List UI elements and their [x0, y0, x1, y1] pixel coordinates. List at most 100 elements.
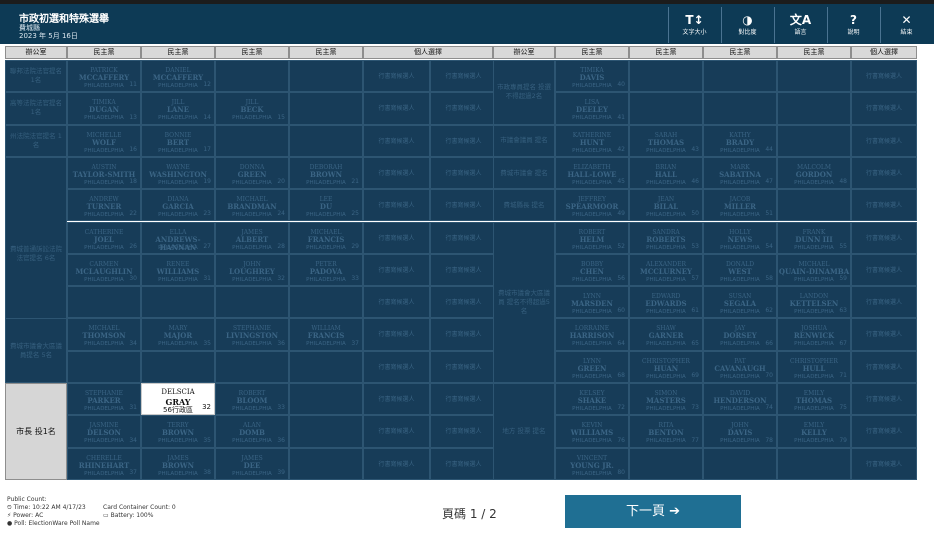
candidate-button[interactable]: CHRISTOPHER HUAN PHILADELPHIA 69: [629, 350, 703, 383]
candidate-button[interactable]: TIMIKA DAVIS PHILADELPHIA 40: [555, 60, 629, 93]
write-in-button[interactable]: 行書寫候選人: [851, 383, 917, 416]
candidate-button[interactable]: CATHERINE JOEL PHILADELPHIA 26: [67, 221, 141, 254]
candidate-button[interactable]: MICHAEL BRANDMAN PHILADELPHIA 24: [215, 189, 289, 222]
candidate-button[interactable]: WAYNE WASHINGTON PHILADELPHIA 19: [141, 156, 215, 190]
candidate-button[interactable]: LANDON KETTELSEN PHILADELPHIA 63: [777, 286, 851, 319]
write-in-button[interactable]: 行書寫候選人: [851, 415, 917, 448]
write-in-button[interactable]: 行書寫候選人: [851, 318, 917, 351]
candidate-button[interactable]: JOHN DAVIS PHILADELPHIA 78: [703, 415, 777, 448]
candidate-button[interactable]: JILL BECK PHILADELPHIA 15: [215, 92, 289, 125]
write-in-button[interactable]: 行書寫候選人: [363, 221, 430, 254]
write-in-button[interactable]: 行書寫候選人: [430, 60, 497, 93]
help-button[interactable]: ? 說明: [827, 7, 879, 43]
candidate-button[interactable]: DEBORAH BROWN PHILADELPHIA 21: [289, 156, 363, 190]
write-in-button[interactable]: 行書寫候選人: [430, 156, 497, 190]
candidate-button[interactable]: BRIAN HALL PHILADELPHIA 46: [629, 156, 703, 190]
candidate-button[interactable]: DELSCIA GRAY 56行政區 32: [141, 383, 215, 416]
candidate-button[interactable]: MALCOLM GORDON PHILADELPHIA 48: [777, 156, 851, 190]
candidate-button[interactable]: KATHY BRADY PHILADELPHIA 44: [703, 124, 777, 157]
candidate-button[interactable]: DONNA GREEN PHILADELPHIA 20: [215, 156, 289, 190]
write-in-button[interactable]: 行書寫候選人: [430, 92, 497, 125]
write-in-button[interactable]: 行書寫候選人: [430, 221, 497, 254]
write-in-button[interactable]: 行書寫候選人: [851, 189, 917, 222]
candidate-button[interactable]: LYNN MARSDEN PHILADELPHIA 60: [555, 286, 629, 319]
candidate-button[interactable]: RENEE WILLIAMS PHILADELPHIA 31: [141, 253, 215, 287]
candidate-button[interactable]: BONNIE BERT PHILADELPHIA 17: [141, 124, 215, 157]
candidate-button[interactable]: ROBERT BLOOM PHILADELPHIA 33: [215, 383, 289, 416]
candidate-button[interactable]: SIMON MASTERS PHILADELPHIA 73: [629, 383, 703, 416]
candidate-button[interactable]: SARAH THOMAS PHILADELPHIA 43: [629, 124, 703, 157]
write-in-button[interactable]: 行書寫候選人: [851, 253, 917, 287]
next-page-button[interactable]: 下一頁 ➔: [565, 495, 741, 528]
candidate-button[interactable]: JAMES DEE PHILADELPHIA 39: [215, 447, 289, 480]
candidate-button[interactable]: SANDRA ROBERTS PHILADELPHIA 53: [629, 221, 703, 254]
candidate-button[interactable]: LYNN GREEN PHILADELPHIA 68: [555, 350, 629, 383]
write-in-button[interactable]: 行書寫候選人: [430, 253, 497, 287]
candidate-button[interactable]: PETER PADOVA PHILADELPHIA 33: [289, 253, 363, 287]
write-in-button[interactable]: 行書寫候選人: [363, 156, 430, 190]
candidate-button[interactable]: ELLA ANDREWS-HANNAN PHILADELPHIA 27: [141, 221, 215, 254]
candidate-button[interactable]: ALAN DOMB PHILADELPHIA 36: [215, 415, 289, 448]
candidate-button[interactable]: DAVID HENDERSON PHILADELPHIA 74: [703, 383, 777, 416]
write-in-button[interactable]: 行書寫候選人: [363, 92, 430, 125]
candidate-button[interactable]: JEAN BILAL PHILADELPHIA 50: [629, 189, 703, 222]
candidate-button[interactable]: JOHN LOUGHREY PHILADELPHIA 32: [215, 253, 289, 287]
write-in-button[interactable]: 行書寫候選人: [363, 189, 430, 222]
candidate-button[interactable]: TIMIKA DUGAN PHILADELPHIA 13: [67, 92, 141, 125]
candidate-button[interactable]: MICHAEL QUAIN-DINAMBA PHILADELPHIA 59: [777, 253, 851, 287]
write-in-button[interactable]: 行書寫候選人: [430, 189, 497, 222]
candidate-button[interactable]: DONALD WEST PHILADELPHIA 58: [703, 253, 777, 287]
write-in-button[interactable]: 行書寫候選人: [430, 286, 497, 319]
write-in-button[interactable]: 行書寫候選人: [430, 415, 497, 448]
candidate-button[interactable]: DANIEL MCCAFFERY PHILADELPHIA 12: [141, 60, 215, 93]
candidate-button[interactable]: FRANK DUNN III PHILADELPHIA 55: [777, 221, 851, 254]
candidate-button[interactable]: CHRISTOPHER HULL PHILADELPHIA 71: [777, 350, 851, 383]
candidate-button[interactable]: MICHELLE WOLF PHILADELPHIA 16: [67, 124, 141, 157]
candidate-button[interactable]: PAT CAVANAUGH PHILADELPHIA 70: [703, 350, 777, 383]
write-in-button[interactable]: 行書寫候選人: [851, 60, 917, 93]
write-in-button[interactable]: 行書寫候選人: [363, 286, 430, 319]
candidate-button[interactable]: ANDREW TURNER PHILADELPHIA 22: [67, 189, 141, 222]
candidate-button[interactable]: HOLLY NEWS PHILADELPHIA 54: [703, 221, 777, 254]
candidate-button[interactable]: JAY DORSEY PHILADELPHIA 66: [703, 318, 777, 351]
candidate-button[interactable]: JILL LANE PHILADELPHIA 14: [141, 92, 215, 125]
write-in-button[interactable]: 行書寫候選人: [363, 60, 430, 93]
candidate-button[interactable]: KELSEY SHAKE PHILADELPHIA 72: [555, 383, 629, 416]
candidate-button[interactable]: JEFFREY SPEARMOOR PHILADELPHIA 49: [555, 189, 629, 222]
write-in-button[interactable]: 行書寫候選人: [430, 124, 497, 157]
write-in-button[interactable]: 行書寫候選人: [363, 350, 430, 383]
candidate-button[interactable]: CARMEN MCLAUGHLIN PHILADELPHIA 30: [67, 253, 141, 287]
candidate-button[interactable]: ELIZABETH HALL-LOWE PHILADELPHIA 45: [555, 156, 629, 190]
candidate-button[interactable]: KEVIN WILLIAMS PHILADELPHIA 76: [555, 415, 629, 448]
text-size-button[interactable]: T↕ 文字大小: [668, 7, 720, 43]
write-in-button[interactable]: 行書寫候選人: [430, 447, 497, 480]
write-in-button[interactable]: 行書寫候選人: [851, 124, 917, 157]
candidate-button[interactable]: ALEXANDER MCCLURNEY PHILADELPHIA 57: [629, 253, 703, 287]
write-in-button[interactable]: 行書寫候選人: [430, 383, 497, 416]
write-in-button[interactable]: 行書寫候選人: [363, 253, 430, 287]
write-in-button[interactable]: 行書寫候選人: [851, 286, 917, 319]
candidate-button[interactable]: KATHERINE HUNT PHILADELPHIA 42: [555, 124, 629, 157]
write-in-button[interactable]: 行書寫候選人: [363, 318, 430, 351]
candidate-button[interactable]: SHAW GARNER PHILADELPHIA 65: [629, 318, 703, 351]
candidate-button[interactable]: ROBERT HELM PHILADELPHIA 52: [555, 221, 629, 254]
candidate-button[interactable]: VINCENT YOUNG JR. PHILADELPHIA 80: [555, 447, 629, 480]
candidate-button[interactable]: SUSAN SEGALA PHILADELPHIA 62: [703, 286, 777, 319]
write-in-button[interactable]: 行書寫候選人: [851, 92, 917, 125]
candidate-button[interactable]: JAMES BROWN PHILADELPHIA 38: [141, 447, 215, 480]
candidate-button[interactable]: RITA BENTON PHILADELPHIA 77: [629, 415, 703, 448]
candidate-button[interactable]: JOSHUA RENWICK PHILADELPHIA 67: [777, 318, 851, 351]
candidate-button[interactable]: MARK SABATINA PHILADELPHIA 47: [703, 156, 777, 190]
write-in-button[interactable]: 行書寫候選人: [430, 318, 497, 351]
candidate-button[interactable]: LORRAINE HARRISON PHILADELPHIA 64: [555, 318, 629, 351]
write-in-button[interactable]: 行書寫候選人: [430, 350, 497, 383]
candidate-button[interactable]: EMILY THOMAS PHILADELPHIA 75: [777, 383, 851, 416]
candidate-button[interactable]: JACOB MILLER PHILADELPHIA 51: [703, 189, 777, 222]
candidate-button[interactable]: MARY MAJOR PHILADELPHIA 35: [141, 318, 215, 351]
candidate-button[interactable]: PATRICK MCCAFFERY PHILADELPHIA 11: [67, 60, 141, 93]
write-in-button[interactable]: 行書寫候選人: [851, 156, 917, 190]
language-button[interactable]: 文A 語言: [774, 7, 826, 43]
candidate-button[interactable]: STEPHANIE PARKER PHILADELPHIA 31: [67, 383, 141, 416]
write-in-button[interactable]: 行書寫候選人: [851, 221, 917, 254]
candidate-button[interactable]: CHERELLE RHINEHART PHILADELPHIA 37: [67, 447, 141, 480]
